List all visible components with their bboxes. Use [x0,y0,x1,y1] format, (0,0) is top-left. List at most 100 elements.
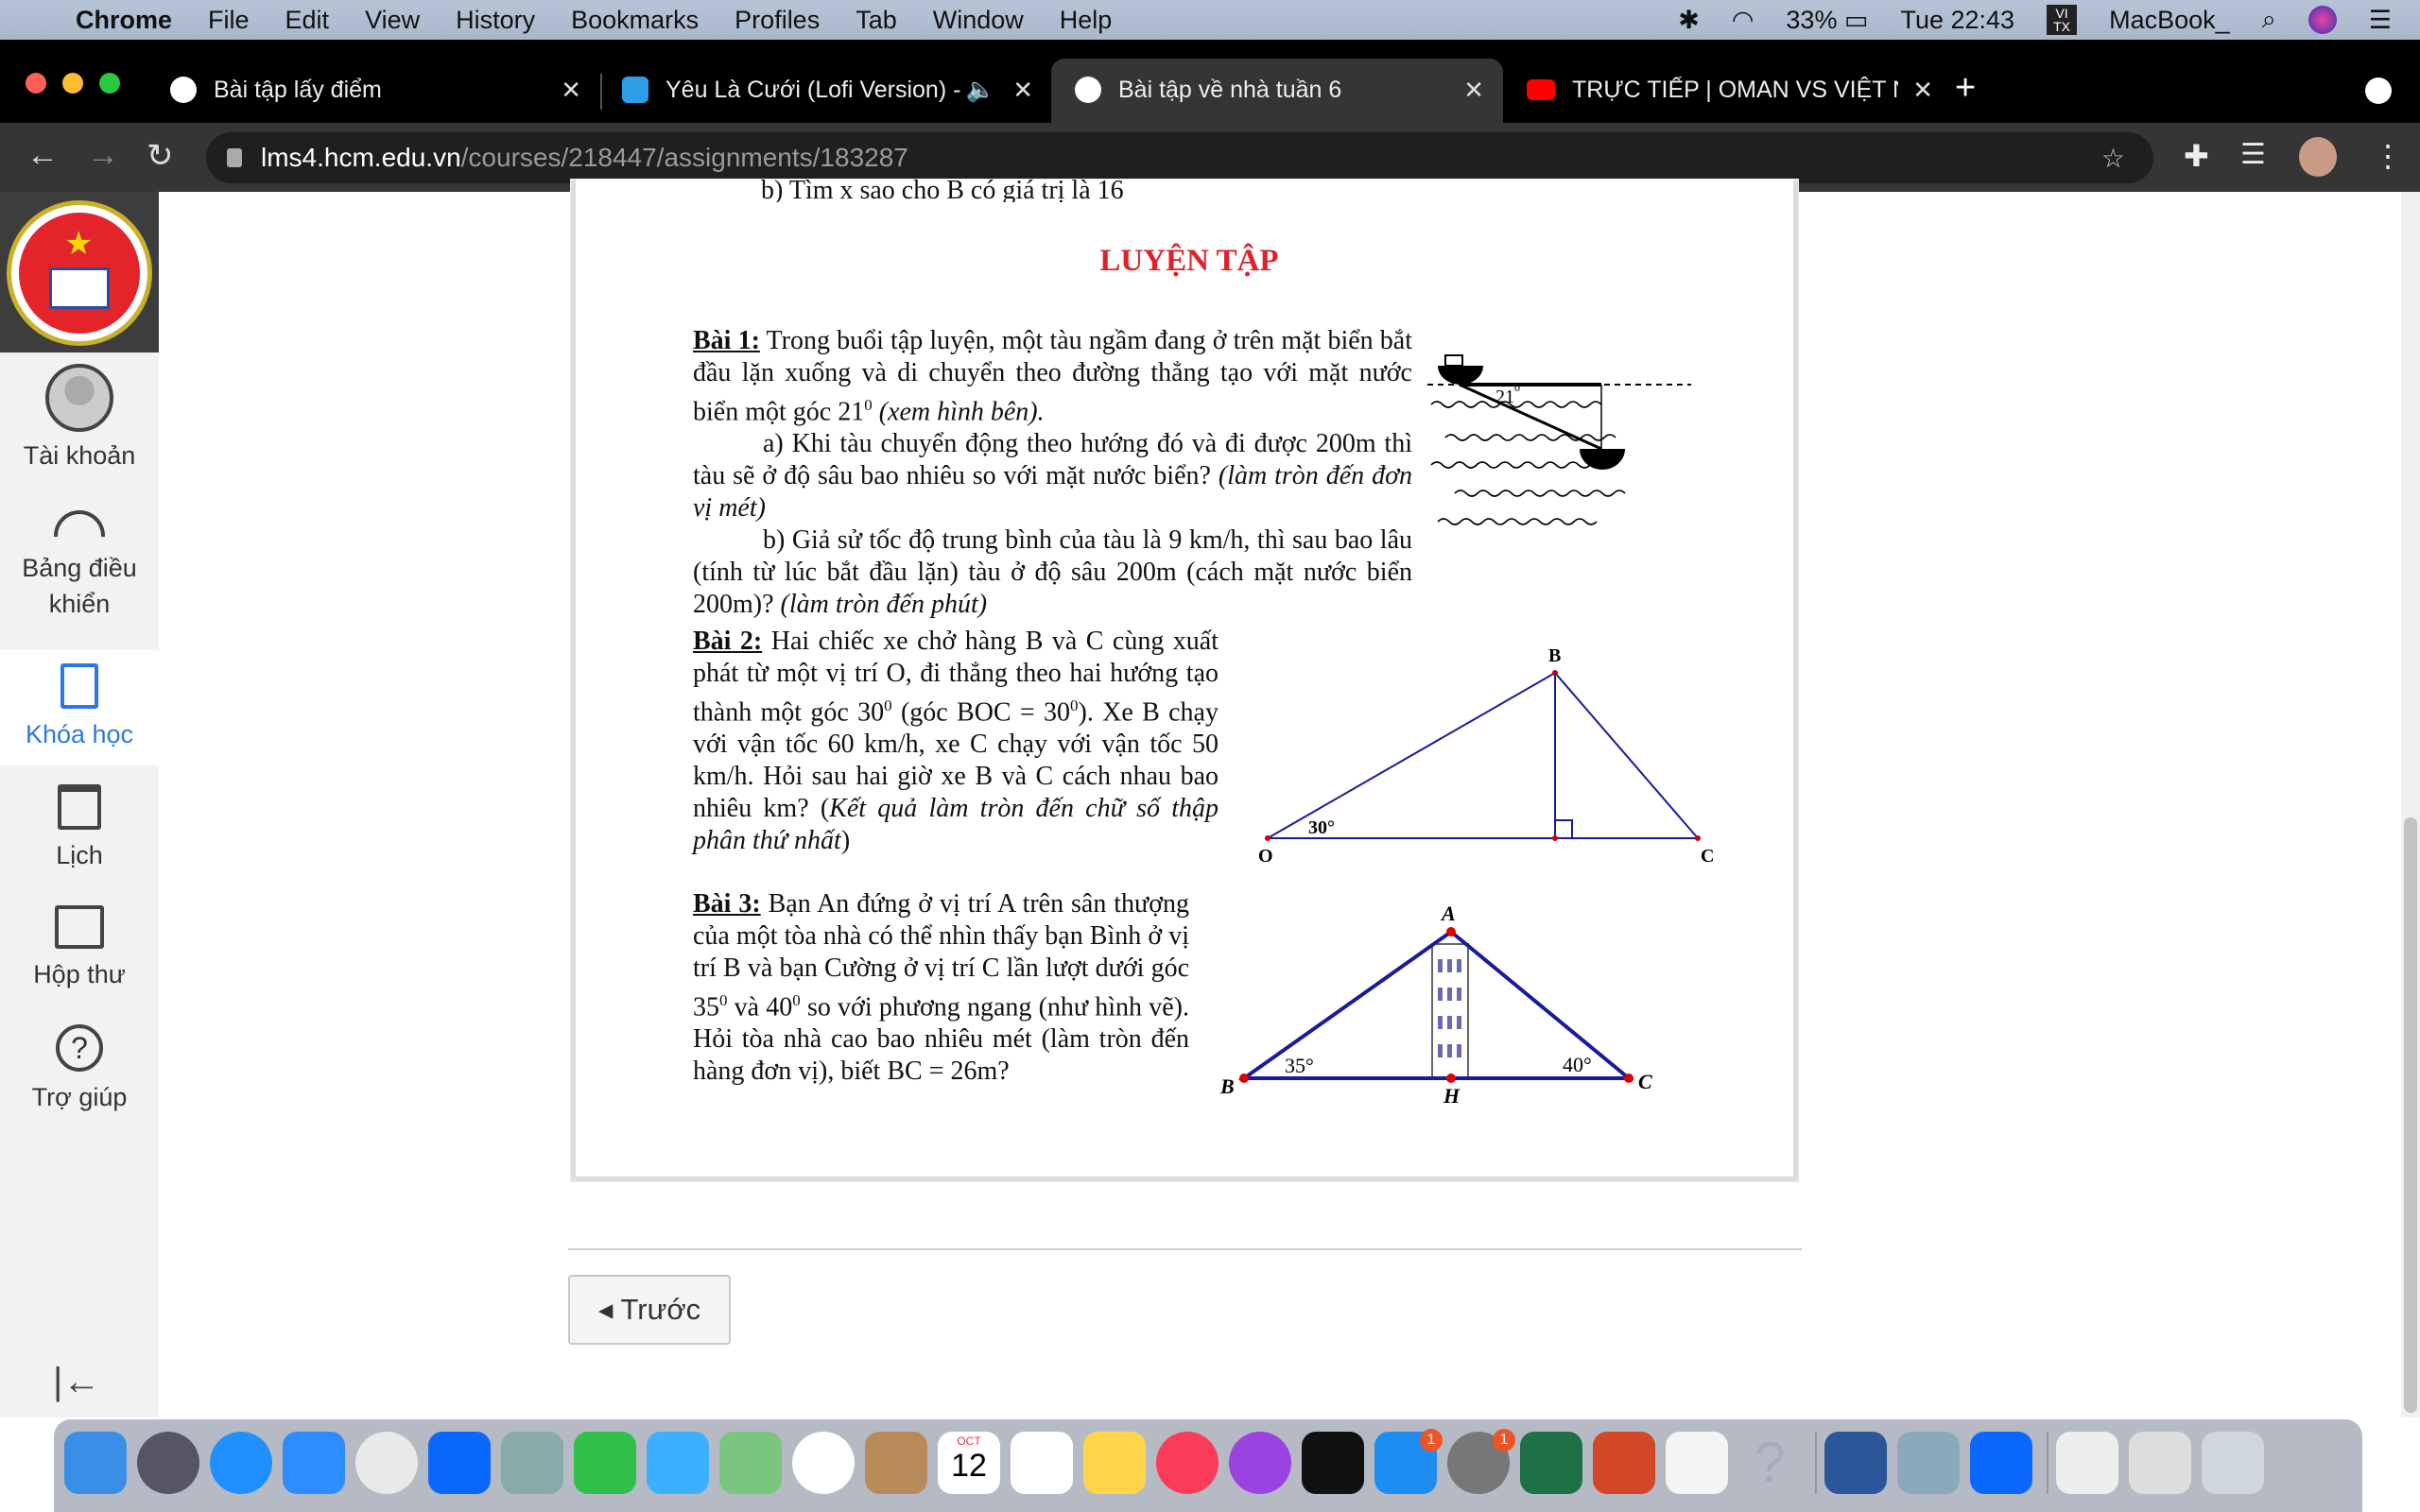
maximize-window-button[interactable] [99,73,120,94]
document-dock-icon[interactable] [2056,1432,2118,1494]
chrome-menu-button[interactable]: ⋮ [2373,138,2403,174]
inbox-icon [55,905,104,949]
preview-dock-icon[interactable] [501,1432,563,1494]
tab-4[interactable]: TRỰC TIẾP | OMAN VS VIỆT NAM ✕ [1527,59,1933,121]
question-mark: ? [1754,1431,1786,1494]
nav-dashboard[interactable]: Bảng điều khiển [0,510,159,622]
help-dock-icon[interactable]: ? [1738,1432,1801,1494]
tab-close-button[interactable]: ✕ [561,76,581,105]
menu-bookmarks[interactable]: Bookmarks [571,6,699,35]
tab-title: Yêu Là Cưới (Lofi Version) - [666,76,961,103]
forward-button[interactable]: → [87,137,119,174]
reload-button[interactable]: ↻ [147,137,174,175]
lock-icon[interactable] [227,148,242,167]
image-capture-dock-icon[interactable] [1897,1432,1960,1494]
url-host: lms4.hcm.edu.vn [261,143,461,172]
avatar-icon [45,364,113,432]
finder-dock-icon[interactable] [64,1432,127,1494]
reminders-dock-icon[interactable] [1011,1432,1073,1494]
minimize-window-button[interactable] [62,73,83,94]
label-o: O [1258,846,1273,867]
powerpoint-dock-icon[interactable] [1593,1432,1655,1494]
nav-calendar[interactable]: Lịch [0,784,159,873]
bluetooth-icon[interactable]: ✱ [1678,6,1700,35]
notes-dock-icon[interactable] [1083,1432,1146,1494]
messages-dock-icon[interactable] [647,1432,709,1494]
screenshot-dock-icon[interactable] [2129,1432,2191,1494]
facetime-dock-icon[interactable] [574,1432,636,1494]
submarine-tower [1444,354,1463,367]
bookmark-star-icon[interactable]: ☆ [2101,143,2125,174]
battery-status[interactable]: 33% ▭ [1786,6,1868,35]
angle-40: 40° [1563,1053,1592,1076]
menu-tab[interactable]: Tab [856,6,897,35]
word-dock-icon[interactable] [1824,1432,1887,1494]
wifi-icon[interactable]: ◠ [1732,6,1754,35]
zoom-dock-icon[interactable] [283,1432,345,1494]
chrome-dock-icon[interactable] [355,1432,418,1494]
menu-help[interactable]: Help [1060,6,1113,35]
menu-edit[interactable]: Edit [285,6,330,35]
menu-profiles[interactable]: Profiles [735,6,820,35]
battery-percent: 33% [1786,5,1838,34]
menu-file[interactable]: File [208,6,250,35]
contacts-dock-icon[interactable] [865,1432,927,1494]
new-tab-button[interactable]: + [1955,68,1976,109]
close-window-button[interactable] [26,73,46,94]
zalo-dock-icon[interactable] [428,1432,491,1494]
maps-dock-icon[interactable] [719,1432,782,1494]
control-center-icon[interactable]: ☰ [2369,6,2392,35]
tv-dock-icon[interactable] [1302,1432,1364,1494]
menu-history[interactable]: History [456,6,535,35]
textedit-dock-icon[interactable] [1666,1432,1728,1494]
label-c: C [1701,846,1714,867]
assignment-document-image: b) Tìm x sao cho B có giá trị là 16 LUYỆ… [571,180,1798,1181]
nav-label: Bảng điều khiển [22,554,137,618]
user-name[interactable]: MacBook_ [2109,6,2230,35]
tab-2[interactable]: Yêu Là Cưới (Lofi Version) - 🔈 ✕ [622,59,1033,121]
scrollbar-thumb[interactable] [2404,817,2417,1413]
music-dock-icon[interactable] [1156,1432,1219,1494]
photos-dock-icon[interactable] [792,1432,855,1494]
nav-account[interactable]: Tài khoản [0,364,159,473]
safari-dock-icon[interactable] [210,1432,272,1494]
back-button[interactable]: ← [26,137,59,174]
spotlight-icon[interactable]: ⌕ [2262,5,2276,35]
media-control-icon[interactable]: ☰ [2240,138,2266,171]
tab-search-button[interactable] [2365,77,2392,104]
nav-inbox[interactable]: Hộp thư [0,905,159,992]
profile-avatar[interactable] [2299,137,2337,177]
calendar-day: 12 [951,1448,987,1484]
tab-1[interactable]: Bài tập lấy điểm ✕ [170,59,581,121]
submarine-top-icon [1438,366,1483,385]
menu-app-name[interactable]: Chrome [76,6,172,35]
menu-window[interactable]: Window [933,6,1024,35]
help-icon: ? [56,1024,103,1072]
input-source[interactable]: VI TX [2047,5,2078,35]
label-c: C [1638,1070,1652,1093]
clock[interactable]: Tue 22:43 [1900,6,2014,35]
submarine-bottom-icon [1580,449,1625,470]
school-logo[interactable]: ★ [0,192,159,352]
tab-3-active[interactable]: Bài tập về nhà tuần 6 ✕ [1075,59,1484,121]
excel-dock-icon[interactable] [1520,1432,1582,1494]
podcasts-dock-icon[interactable] [1229,1432,1291,1494]
trash-dock-icon[interactable] [2202,1432,2264,1494]
address-bar[interactable]: lms4.hcm.edu.vn/courses/218447/assignmen… [206,132,2153,183]
tab-close-button[interactable]: ✕ [1912,76,1933,105]
nav-help[interactable]: ? Trợ giúp [0,1024,159,1115]
extensions-icon[interactable]: ✚ [2184,138,2209,174]
music-app-icon [622,77,648,103]
dashboard-gauge-icon [54,510,105,537]
tab-close-button[interactable]: ✕ [1463,76,1484,105]
nav-courses[interactable]: Khóa học [0,650,159,765]
audio-playing-icon[interactable]: 🔈 [966,77,995,104]
launchpad-dock-icon[interactable] [137,1432,199,1494]
zalo-dock-icon[interactable] [1970,1432,2032,1494]
tab-close-button[interactable]: ✕ [1012,76,1033,105]
calendar-dock-icon[interactable]: OCT 12 [938,1432,1000,1494]
siri-icon[interactable] [2308,6,2337,34]
collapse-nav-icon[interactable]: |← [53,1361,100,1403]
menu-view[interactable]: View [365,6,420,35]
previous-button[interactable]: ◂ Trước [568,1275,731,1345]
